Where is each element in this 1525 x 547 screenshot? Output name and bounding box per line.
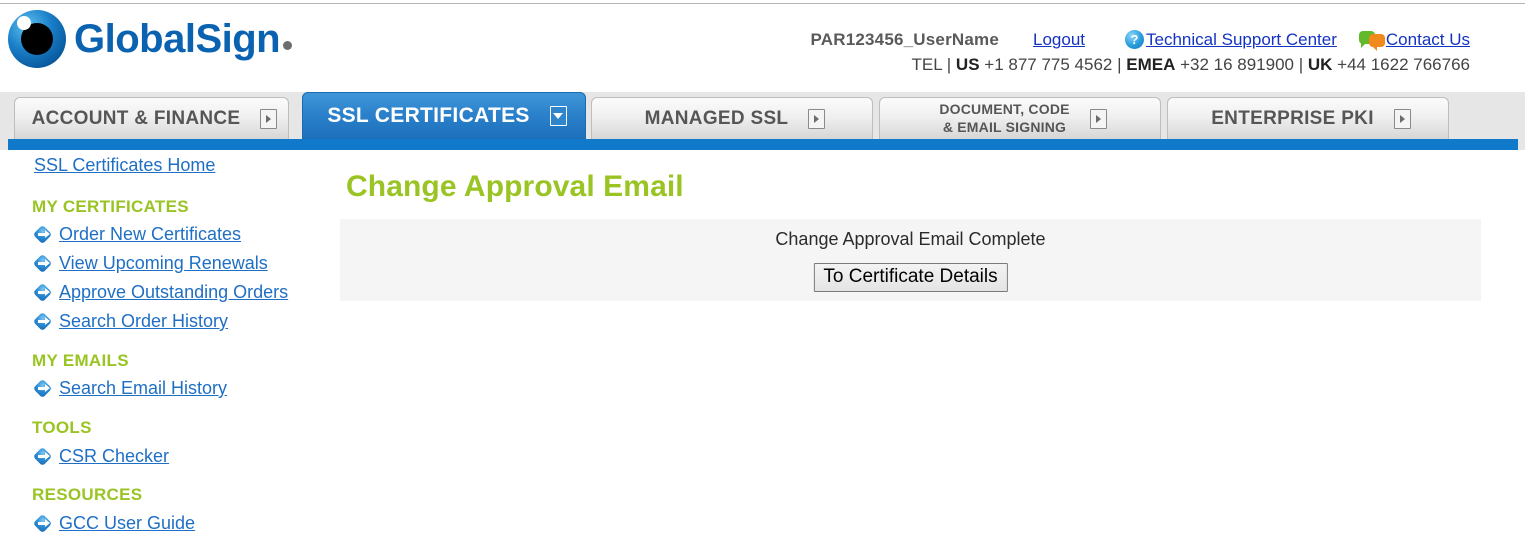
sidebar-item-search-email-history[interactable]: Search Email History — [32, 378, 228, 399]
tel-emea-label: EMEA — [1126, 55, 1176, 74]
status-panel: Change Approval Email Complete To Certif… — [340, 219, 1481, 301]
arrow-right-icon — [32, 378, 53, 399]
telephone-info: TEL | US +1 877 775 4562 | EMEA +32 16 8… — [810, 55, 1471, 74]
page-title: Change Approval Email — [346, 170, 684, 203]
main-content: Change Approval Email Change Approval Em… — [330, 150, 1525, 547]
sidebar-section-resources: RESOURCES — [32, 485, 143, 504]
tel-uk-label: UK — [1307, 55, 1333, 74]
tabbar-accent-rule — [8, 139, 1518, 150]
tab-ssl-certificates[interactable]: SSL CERTIFICATES — [302, 92, 586, 139]
tel-prefix: TEL | — [911, 55, 956, 74]
sidebar-item-order-new-certificates[interactable]: Order New Certificates — [32, 224, 242, 245]
tab-document-line-1: DOCUMENT, CODE — [939, 101, 1070, 117]
arrow-right-icon — [32, 513, 53, 534]
globalsign-eye-logo-icon — [8, 10, 66, 68]
tab-account-and-finance[interactable]: ACCOUNT & FINANCE — [14, 97, 289, 139]
tab-managed-ssl-label: MANAGED SSL — [644, 107, 789, 129]
header-utility-area: PAR123456_UserName Logout ? Technical Su… — [810, 30, 1470, 73]
tab-enterprise-pki[interactable]: ENTERPRISE PKI — [1167, 97, 1449, 139]
sidebar-item-ssl-certificates-home[interactable]: SSL Certificates Home — [34, 155, 215, 176]
tab-enterprise-pki-label: ENTERPRISE PKI — [1211, 107, 1374, 129]
arrow-right-icon — [1393, 108, 1411, 129]
arrow-right-icon — [808, 108, 826, 129]
arrow-right-icon — [260, 108, 278, 129]
tab-account-and-finance-label: ACCOUNT & FINANCE — [31, 107, 241, 129]
logo-wordmark: GlobalSign — [74, 17, 293, 61]
sidebar-item-search-order-history[interactable]: Search Order History — [32, 311, 229, 332]
logo-wordmark-text: GlobalSign — [74, 17, 281, 61]
to-certificate-details-button[interactable]: To Certificate Details — [813, 263, 1008, 292]
question-mark-icon: ? — [1125, 30, 1145, 49]
sidebar-item-label: CSR Checker — [59, 446, 170, 466]
tab-managed-ssl[interactable]: MANAGED SSL — [591, 97, 873, 139]
sidebar-item-label: GCC User Guide — [59, 513, 196, 533]
tab-ssl-certificates-label: SSL CERTIFICATES — [327, 104, 530, 127]
arrow-right-icon — [32, 282, 53, 303]
page-header: GlobalSign PAR123456_UserName Logout ? T… — [0, 4, 1525, 92]
speech-bubbles-icon — [1358, 30, 1385, 51]
sidebar-item-label: Search Order History — [59, 311, 229, 331]
contact-us-link[interactable]: Contact Us — [1386, 31, 1470, 48]
sidebar-item-view-upcoming-renewals[interactable]: View Upcoming Renewals — [32, 253, 268, 274]
sidebar-section-tools: TOOLS — [32, 418, 92, 437]
logo-registered-dot-icon — [283, 41, 293, 50]
arrow-right-icon — [32, 253, 53, 274]
account-username: PAR123456_UserName — [810, 30, 1000, 49]
status-message: Change Approval Email Complete — [775, 229, 1046, 249]
sidebar-item-label: Approve Outstanding Orders — [59, 282, 289, 302]
arrow-down-icon — [549, 106, 567, 126]
arrow-right-icon — [32, 311, 53, 332]
arrow-right-icon — [32, 446, 53, 467]
logout-link[interactable]: Logout — [1033, 31, 1085, 48]
sidebar-section-my-certificates: MY CERTIFICATES — [32, 197, 189, 216]
tab-document-code-email-signing[interactable]: DOCUMENT, CODE & EMAIL SIGNING — [879, 97, 1161, 139]
sidebar-item-label: Search Email History — [59, 378, 228, 398]
tab-document-code-email-signing-label: DOCUMENT, CODE & EMAIL SIGNING — [933, 101, 1075, 136]
sidebar-item-csr-checker[interactable]: CSR Checker — [32, 446, 170, 467]
sidebar-item-gcc-user-guide[interactable]: GCC User Guide — [32, 513, 196, 534]
sidebar-item-approve-outstanding-orders[interactable]: Approve Outstanding Orders — [32, 282, 289, 303]
tel-us-number: +1 877 775 4562 | — [979, 55, 1127, 74]
sidebar-item-label: View Upcoming Renewals — [59, 253, 268, 273]
sidebar-section-my-emails: MY EMAILS — [32, 351, 129, 370]
sidebar-navigation: SSL Certificates Home MY CERTIFICATES Or… — [0, 150, 330, 547]
arrow-right-icon — [32, 224, 53, 245]
tel-uk-number: +44 1622 766766 — [1332, 55, 1470, 74]
sidebar-item-label: Order New Certificates — [59, 224, 242, 244]
main-navigation-tabs: ACCOUNT & FINANCE SSL CERTIFICATES MANAG… — [0, 92, 1525, 150]
tab-document-line-2: & EMAIL SIGNING — [942, 118, 1067, 135]
arrow-right-icon — [1089, 108, 1107, 129]
tel-emea-number: +32 16 891900 | — [1175, 55, 1308, 74]
technical-support-center-link[interactable]: Technical Support Center — [1146, 31, 1337, 48]
tel-us-label: US — [955, 55, 980, 74]
globalsign-logo[interactable]: GlobalSign — [8, 10, 293, 68]
